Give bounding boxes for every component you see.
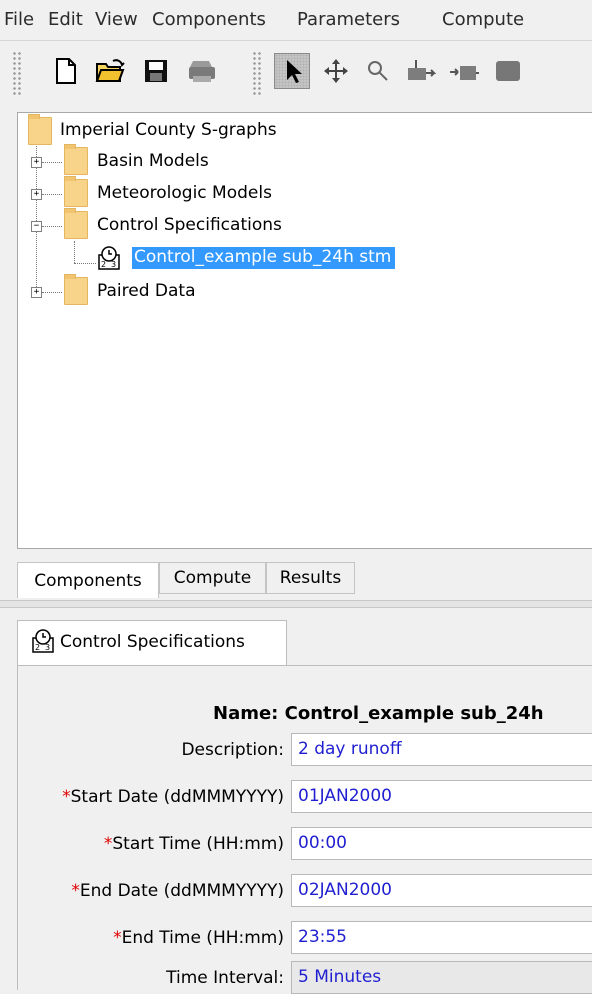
- start-time-field[interactable]: 00:00: [291, 827, 592, 860]
- name-value: Control_example sub_24h: [284, 703, 544, 724]
- time-interval-label: Time Interval:: [166, 968, 284, 988]
- split-divider[interactable]: [0, 600, 592, 608]
- end-date-label: *End Date (ddMMMYYYY): [71, 881, 284, 901]
- folder-icon: [64, 176, 88, 207]
- tree-guide-line: [74, 241, 75, 263]
- svg-text:2: 2: [35, 643, 40, 652]
- control-spec-icon: 2 3: [32, 629, 54, 653]
- tab-compute[interactable]: Compute: [159, 562, 266, 594]
- start-date-field[interactable]: 01JAN2000: [291, 780, 592, 813]
- name-label: Name:: [213, 703, 279, 724]
- editor-tab-label: Control Specifications: [60, 632, 245, 652]
- save-icon[interactable]: [138, 53, 174, 89]
- required-marker: *: [113, 928, 122, 948]
- start-date-label: *Start Date (ddMMMYYYY): [62, 787, 284, 807]
- expand-icon[interactable]: +: [31, 157, 42, 168]
- tree-guide-line: [42, 162, 62, 163]
- tree-item-label[interactable]: Paired Data: [97, 281, 196, 301]
- control-spec-icon: 2 3: [98, 246, 120, 270]
- menu-components[interactable]: Components: [152, 9, 266, 30]
- new-file-icon[interactable]: [48, 53, 84, 89]
- description-label: Description:: [181, 740, 284, 760]
- toolbar: [0, 40, 592, 111]
- name-row: Name: Control_example sub_24h: [213, 703, 592, 724]
- expand-icon[interactable]: +: [31, 287, 42, 298]
- open-folder-icon[interactable]: [92, 53, 128, 89]
- tree-root-label[interactable]: Imperial County S-graphs: [60, 120, 277, 140]
- folder-icon: [64, 144, 88, 175]
- end-time-label: *End Time (HH:mm): [113, 928, 284, 948]
- start-time-label: *Start Time (HH:mm): [103, 834, 284, 854]
- expand-icon[interactable]: +: [31, 189, 42, 200]
- menu-view[interactable]: View: [95, 9, 138, 30]
- svg-text:3: 3: [45, 643, 50, 652]
- description-field[interactable]: 2 day runoff: [291, 733, 592, 766]
- end-date-field[interactable]: 02JAN2000: [291, 874, 592, 907]
- tree-item-label[interactable]: Basin Models: [97, 151, 209, 171]
- toolbar-grip[interactable]: [12, 51, 22, 97]
- tree-item-label-selected[interactable]: Control_example sub_24h stm: [132, 247, 396, 269]
- add-junction-icon[interactable]: [402, 53, 438, 89]
- svg-text:2: 2: [101, 260, 106, 269]
- print-icon[interactable]: [184, 53, 220, 89]
- time-interval-select[interactable]: 5 Minutes: [291, 961, 592, 994]
- menu-parameters[interactable]: Parameters: [297, 9, 400, 30]
- collapse-icon[interactable]: −: [31, 221, 42, 232]
- toolbar-grip-2[interactable]: [252, 51, 262, 97]
- move-icon[interactable]: [318, 53, 354, 89]
- tree-guide-line: [42, 226, 62, 227]
- component-tree[interactable]: Imperial County S-graphs + Basin Models …: [17, 112, 592, 549]
- menu-compute[interactable]: Compute: [442, 9, 524, 30]
- zoom-icon[interactable]: [360, 53, 396, 89]
- map-icon[interactable]: [490, 53, 526, 89]
- arrow-select-icon[interactable]: [274, 53, 310, 89]
- required-marker: *: [71, 881, 80, 901]
- folder-icon: [64, 274, 88, 305]
- tab-control-specifications[interactable]: 2 3 Control Specifications: [17, 620, 287, 666]
- tree-guide-line: [42, 292, 62, 293]
- add-sink-icon[interactable]: [446, 53, 482, 89]
- tree-item-label[interactable]: Control Specifications: [97, 215, 282, 235]
- tree-guide-line: [42, 194, 62, 195]
- svg-text:3: 3: [111, 260, 116, 269]
- folder-icon: [28, 114, 52, 145]
- menu-edit[interactable]: Edit: [48, 9, 83, 30]
- tree-item-label[interactable]: Meteorologic Models: [97, 183, 272, 203]
- tree-guide-line: [74, 263, 96, 264]
- required-marker: *: [62, 787, 71, 807]
- menu-file[interactable]: File: [4, 9, 34, 30]
- end-time-field[interactable]: 23:55: [291, 921, 592, 954]
- menu-bar: File Edit View Components Parameters Com…: [0, 0, 592, 40]
- folder-icon: [64, 208, 88, 239]
- tab-results[interactable]: Results: [266, 562, 355, 594]
- tab-components[interactable]: Components: [17, 562, 159, 598]
